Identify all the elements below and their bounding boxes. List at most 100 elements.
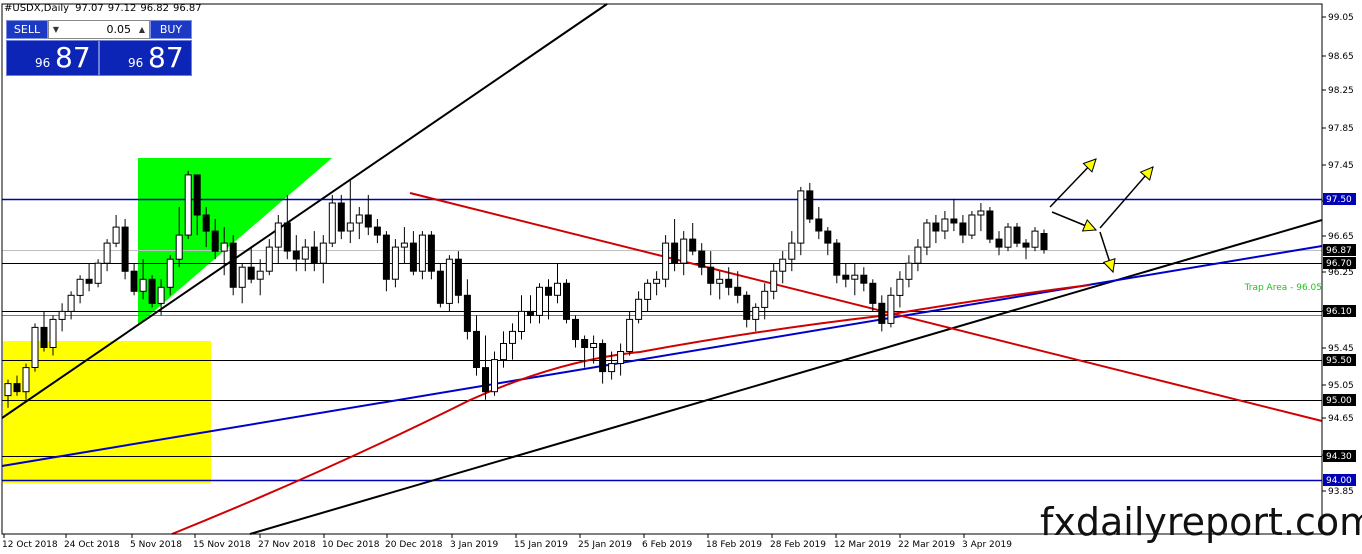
candle-body xyxy=(238,266,246,288)
x-tick-label: 20 Dec 2018 xyxy=(385,540,443,550)
candle-body xyxy=(175,234,183,260)
candle-body xyxy=(319,242,327,264)
one-click-trade-panel: SELL ▼ 0.05 ▲ BUY 96 87 96 87 xyxy=(6,20,192,76)
candle-body xyxy=(40,326,48,348)
candle-body xyxy=(869,282,877,304)
site-watermark: fxdailyreport.com xyxy=(1040,500,1362,544)
lot-increase-icon[interactable]: ▲ xyxy=(135,25,149,34)
price-chart: 99.0598.6598.2597.8597.4597.0596.6596.25… xyxy=(1,3,1356,550)
candle-body xyxy=(707,266,715,284)
buy-button[interactable]: BUY xyxy=(150,20,192,39)
candle-body xyxy=(635,298,643,320)
candle-body xyxy=(130,270,138,292)
candle-body xyxy=(950,218,958,224)
candle-body xyxy=(527,310,534,316)
candle-body xyxy=(409,242,417,272)
candle-body xyxy=(887,294,895,324)
candle-body xyxy=(770,270,778,292)
level-price-label: 94.00 xyxy=(1326,476,1352,486)
candle-body xyxy=(337,202,345,232)
x-tick-label: 24 Oct 2018 xyxy=(64,540,120,550)
candle-body xyxy=(644,282,652,300)
candle-body xyxy=(680,238,688,264)
candle-body xyxy=(202,214,210,232)
candle-body xyxy=(31,326,39,368)
candle-body xyxy=(1013,226,1021,244)
lot-size-value[interactable]: 0.05 xyxy=(63,23,135,36)
y-tick-label: 95.05 xyxy=(1328,381,1354,391)
candle-body xyxy=(427,234,435,272)
candle-body xyxy=(815,218,823,232)
candle-body xyxy=(509,330,516,344)
candle-body xyxy=(968,214,976,236)
candle-body xyxy=(193,174,201,216)
y-tick-label: 99.05 xyxy=(1328,13,1354,23)
candle-body xyxy=(581,339,589,348)
level-price-label: 95.00 xyxy=(1326,396,1352,406)
lot-decrease-icon[interactable]: ▼ xyxy=(49,25,63,34)
candle-body xyxy=(554,282,561,296)
x-tick-label: 28 Feb 2019 xyxy=(770,540,826,550)
candle-body xyxy=(283,222,291,252)
buy-price-big: 87 xyxy=(148,41,184,74)
y-tick-label: 97.85 xyxy=(1328,124,1354,134)
lot-size-field[interactable]: ▼ 0.05 ▲ xyxy=(48,20,150,39)
candle-body xyxy=(76,278,84,296)
ohlc-low: 96.82 xyxy=(140,3,169,14)
candle-body xyxy=(572,318,579,340)
buy-price-display[interactable]: 96 87 xyxy=(99,40,192,76)
candle-body xyxy=(445,258,453,304)
y-tick-label: 96.25 xyxy=(1328,268,1354,278)
x-tick-label: 25 Jan 2019 xyxy=(578,540,632,550)
candle-body xyxy=(4,383,12,397)
x-tick-label: 12 Oct 2018 xyxy=(2,540,58,550)
candle-body xyxy=(761,290,769,308)
y-tick-label: 95.45 xyxy=(1328,344,1354,354)
candle-body xyxy=(716,278,724,284)
candle-body xyxy=(1040,233,1048,251)
candle-body xyxy=(67,294,75,312)
candle-body xyxy=(184,174,192,236)
candle-body xyxy=(743,294,751,320)
sell-button[interactable]: SELL xyxy=(6,20,48,39)
buy-price-small: 96 xyxy=(128,56,144,70)
candle-body xyxy=(211,230,219,252)
level-price-label: 94.30 xyxy=(1326,452,1352,462)
candle-body xyxy=(833,242,841,276)
candle-body xyxy=(617,351,625,364)
candle-body xyxy=(545,286,552,296)
candle-body xyxy=(959,222,967,236)
candle-body xyxy=(797,190,805,244)
candle-body xyxy=(734,286,742,296)
candle-body xyxy=(85,278,93,284)
candle-body xyxy=(914,246,922,264)
candle-body xyxy=(454,258,462,296)
symbol-label: #USDX,Daily xyxy=(4,3,70,14)
candle-body xyxy=(986,210,994,240)
candle-body xyxy=(220,242,228,252)
candle-body xyxy=(653,278,661,284)
candle-body xyxy=(364,214,372,228)
candle-body xyxy=(689,238,697,252)
green-triangle-zone xyxy=(138,158,332,325)
candle-body xyxy=(157,286,165,304)
x-tick-label: 12 Mar 2019 xyxy=(834,540,891,550)
candle-body xyxy=(896,278,904,296)
candle-body xyxy=(779,258,787,272)
candle-body xyxy=(698,250,706,268)
candle-body xyxy=(22,367,30,393)
candle-body xyxy=(94,262,102,284)
candle-body xyxy=(121,226,129,272)
sell-price-display[interactable]: 96 87 xyxy=(6,40,99,76)
candle-body xyxy=(842,274,850,280)
level-price-label: 96.10 xyxy=(1326,307,1352,317)
candle-body xyxy=(671,242,679,264)
level-price-label: 95.50 xyxy=(1326,356,1352,366)
x-tick-label: 15 Jan 2019 xyxy=(514,540,568,550)
candle-body xyxy=(725,278,733,288)
candle-body xyxy=(590,343,598,348)
candle-body xyxy=(860,274,868,284)
candle-body xyxy=(473,330,480,368)
candle-body xyxy=(824,230,832,244)
candle-body xyxy=(355,214,363,224)
